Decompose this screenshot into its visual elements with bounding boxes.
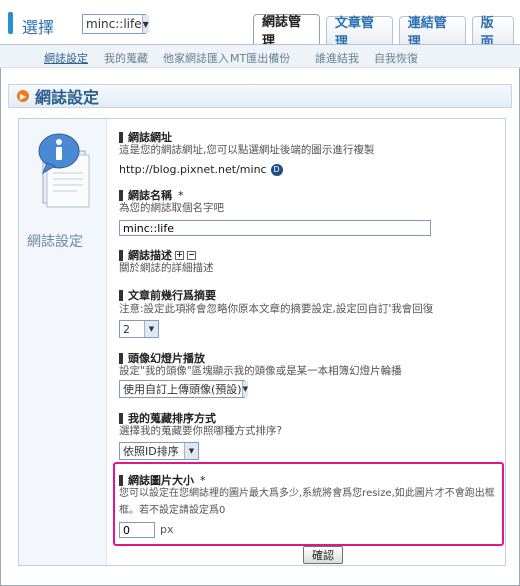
chevron-down-icon: ▼ (241, 381, 248, 397)
section-desc-avatar: 設定"我的頭像"區塊顯示我的頭像或是某一本相簿幻燈片輪播 (119, 365, 402, 377)
section-desc-url: 這是您的網誌網址,您可以點選網址後端的圖示進行複製 (119, 144, 375, 156)
top-bar: 選擇 minc::life ▼ 網誌管理 文章管理 連結管理 版面 (0, 0, 520, 50)
subnav-who-links-me[interactable]: 誰進結我 (315, 50, 359, 66)
chevron-down-icon: ▼ (144, 321, 158, 337)
subnav-my-favorites[interactable]: 我的蒐藏 (104, 50, 148, 66)
section-marker (119, 289, 123, 301)
tab-article-management[interactable]: 文章管理 (325, 16, 393, 50)
blog-select[interactable]: minc::life ▼ (82, 14, 149, 34)
settings-panel: 網誌設定 網誌網址 這是您的網誌網址,您可以點選網址後端的圖示進行複製 http… (18, 118, 506, 566)
blog-select-value: minc::life (86, 17, 142, 31)
blog-url-text: http://blog.pixnet.net/minc (119, 163, 267, 176)
blog-url: http://blog.pixnet.net/minc D (119, 163, 283, 176)
select-value: 使用自訂上傳頭像(預設) (123, 383, 242, 396)
copy-link-icon[interactable]: D (270, 163, 283, 176)
select-value: 依照ID排序 (123, 445, 179, 458)
select-value: 2 (123, 322, 130, 336)
summary-lines-select[interactable]: 2 ▼ (119, 320, 159, 338)
left-column: 網誌設定 (19, 119, 107, 565)
confirm-button[interactable]: 確認 (303, 546, 343, 564)
image-size-unit: px (160, 523, 174, 536)
main-tabs: 網誌管理 文章管理 連結管理 版面 (253, 14, 520, 50)
section-desc-summary: 注意:設定此項將會忽略你原本文章的摘要設定,設定回自訂'我會回復 (119, 303, 434, 315)
section-desc-name: 為您的網誌取個名字吧 (119, 202, 224, 214)
image-size-input[interactable] (119, 522, 155, 538)
blog-select-label: 選擇 (22, 18, 55, 37)
arrow-right-icon: ▶ (17, 90, 29, 102)
section-desc-image-size-2: 框。若不設定請設定爲0 (119, 505, 226, 516)
avatar-slideshow-select[interactable]: 使用自訂上傳頭像(預設) ▼ (119, 380, 248, 398)
tab-link-management[interactable]: 連結管理 (398, 16, 466, 50)
tab-blog-management[interactable]: 網誌管理 (253, 14, 320, 49)
subnav-mt-export[interactable]: MT匯出備份 (230, 50, 290, 66)
blog-name-input[interactable] (119, 220, 431, 236)
sub-navigation: 網誌設定 我的蒐藏 他家網誌匯入 MT匯出備份 誰進結我 自我恢復 (0, 44, 520, 68)
section-desc-favorites: 選擇我的蒐藏要你照哪種方式排序? (119, 425, 283, 437)
left-caption: 網誌設定 (27, 234, 83, 250)
chevron-down-icon: ▼ (141, 15, 149, 33)
section-desc-description: 關於網誌的詳細描述 (119, 262, 214, 274)
favorites-sort-select[interactable]: 依照ID排序 ▼ (119, 442, 199, 460)
tab-layout[interactable]: 版面 (471, 16, 515, 50)
subnav-self-restore[interactable]: 自我恢復 (374, 50, 418, 66)
chevron-down-icon: ▼ (184, 443, 198, 459)
subnav-import[interactable]: 他家網誌匯入 (163, 50, 229, 66)
section-header: ▶ 網誌設定 (8, 84, 512, 108)
brand-bar (8, 12, 13, 34)
subnav-blog-settings[interactable]: 網誌設定 (44, 50, 88, 66)
info-document-icon (38, 133, 90, 208)
section-marker (119, 474, 123, 486)
page-title: 網誌設定 (35, 88, 100, 107)
section-desc-image-size-1: 您可以設定在您網誌裡的圖片最大爲多少,系統將會爲您resize,如此圖片才不會跑… (119, 488, 495, 499)
